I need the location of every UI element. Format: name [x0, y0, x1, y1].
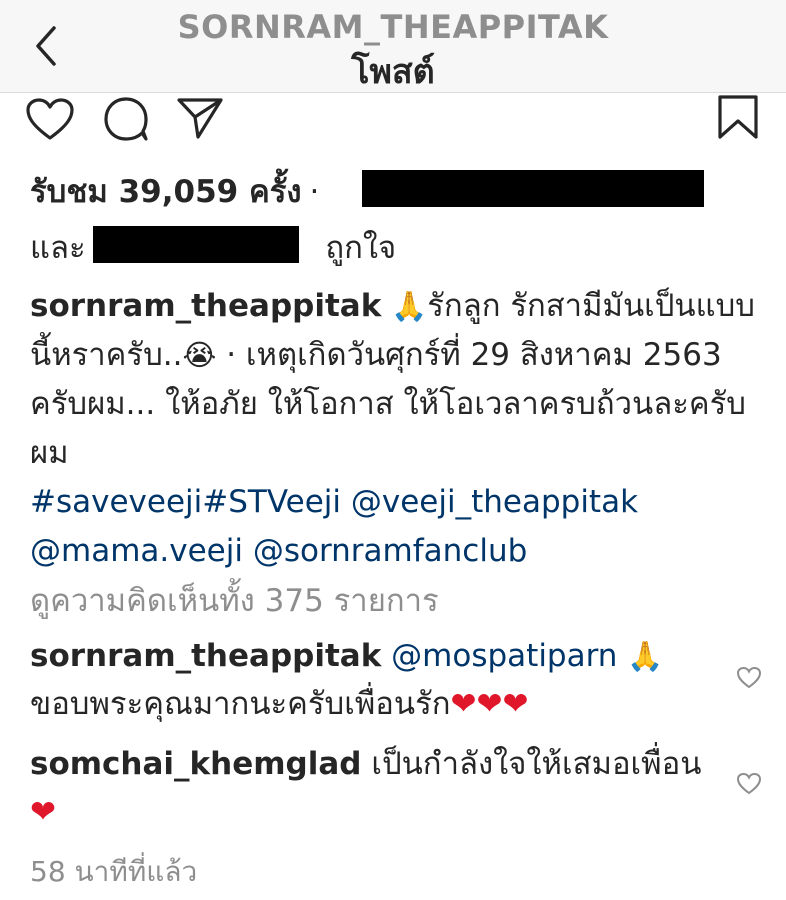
header-username[interactable]: SORNRAM_THEAPPITAK: [0, 8, 786, 46]
comment-username[interactable]: sornram_theappitak: [30, 638, 381, 674]
top-bar: SORNRAM_THEAPPITAK โพสต์: [0, 0, 786, 93]
comment-item: sornram_theappitak @mospatiparn 🙏 ขอบพระ…: [30, 632, 720, 728]
mention-fanclub[interactable]: @sornramfanclub: [253, 533, 527, 569]
comment-item: somchai_khemglad เป็นกำลังใจให้เสมอเพื่อ…: [30, 740, 720, 836]
bookmark-icon[interactable]: [716, 94, 760, 140]
post-actions: [0, 92, 786, 152]
views-count[interactable]: รับชม 39,059 ครั้ง ·: [30, 166, 319, 216]
mention-veeji[interactable]: @veeji_theappitak: [351, 484, 638, 520]
liked-label[interactable]: ถูกใจ: [325, 230, 396, 266]
comment-mention[interactable]: @mospatiparn: [391, 638, 617, 674]
comment-text: ขอบพระคุณมากนะครับเพื่อนรัก: [30, 686, 451, 722]
paper-plane-icon[interactable]: [176, 96, 224, 140]
redacted-liker-names: [362, 170, 704, 207]
comment-bubble-icon[interactable]: [102, 96, 150, 142]
and-label: และ: [30, 230, 86, 266]
mention-mama-veeji[interactable]: @mama.veeji: [30, 533, 243, 569]
red-heart-emoji: ❤❤❤: [450, 686, 529, 722]
caption-username[interactable]: sornram_theappitak: [30, 288, 381, 324]
redacted-liker-name: [93, 226, 299, 263]
comment-like-heart-icon[interactable]: [737, 773, 761, 795]
page-title: โพสต์: [351, 52, 435, 92]
post-caption: sornram_theappitak 🙏รักลูก รักสามีมันเป็…: [30, 282, 770, 576]
red-heart-emoji: ❤: [30, 794, 56, 830]
comment-text: เป็นกำลังใจให้เสมอเพื่อน: [371, 746, 702, 782]
views-text: รับชม 39,059 ครั้ง: [30, 174, 302, 210]
post-timestamp: 58 นาทีที่แล้ว: [30, 855, 198, 888]
heart-outline-icon[interactable]: [26, 98, 74, 142]
pray-emoji: 🙏: [627, 639, 664, 673]
crying-emoji: 😭: [182, 338, 217, 372]
comment-username[interactable]: somchai_khemglad: [30, 746, 361, 782]
pray-emoji: 🙏: [391, 289, 428, 323]
separator-dot: ·: [309, 174, 320, 210]
comment-like-heart-icon[interactable]: [737, 667, 761, 689]
view-all-comments-link[interactable]: ดูความคิดเห็นทั้ง 375 รายการ: [30, 575, 439, 625]
hashtag-links[interactable]: #saveveeji#STVeeji: [30, 484, 341, 520]
